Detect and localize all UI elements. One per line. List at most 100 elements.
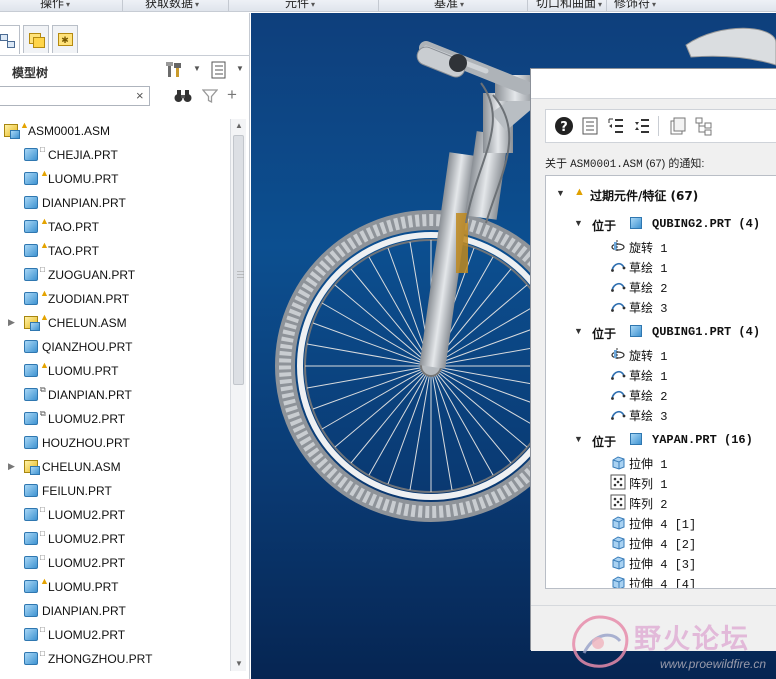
group-label: 位于 <box>592 219 617 233</box>
feature-row[interactable]: 拉伸 4 [3] <box>546 552 776 572</box>
tree-item[interactable]: ▲ ASM0001.ASM <box>0 119 230 143</box>
tree-item[interactable]: □ LUOMU2.PRT <box>0 503 230 527</box>
status-icon: □ <box>40 553 45 562</box>
tools-icon[interactable] <box>166 61 184 79</box>
feature-label: 阵列 2 <box>629 498 668 512</box>
collapse-arrow-icon[interactable]: ▼ <box>556 188 565 198</box>
tree-search-input[interactable] <box>0 86 150 106</box>
part-icon <box>24 172 38 185</box>
extrude-icon <box>612 576 625 588</box>
tree-item[interactable]: ⧉ LUOMU2.PRT <box>0 407 230 431</box>
tree-item[interactable]: □ LUOMU2.PRT <box>0 527 230 551</box>
feature-row[interactable]: 拉伸 1 <box>546 452 776 472</box>
clear-search-icon[interactable]: × <box>136 88 144 103</box>
binoculars-icon[interactable] <box>174 88 192 104</box>
tree-item-label: LUOMU2.PRT <box>48 556 126 570</box>
filter-icon[interactable] <box>202 88 218 104</box>
feature-row[interactable]: 草绘 1 <box>546 364 776 384</box>
part-icon <box>24 628 38 641</box>
settings-list-icon[interactable] <box>210 61 228 79</box>
tree-item[interactable]: □ LUOMU2.PRT <box>0 623 230 647</box>
help-icon[interactable]: ? <box>554 116 574 136</box>
status-icon: □ <box>40 505 45 514</box>
collapse-arrow-icon[interactable]: ▼ <box>574 218 583 228</box>
add-column-icon[interactable]: + <box>227 85 237 105</box>
tree-item[interactable]: ▲ LUOMU.PRT <box>0 575 230 599</box>
feature-row[interactable]: 草绘 2 <box>546 384 776 404</box>
tree-item[interactable]: ▶ CHELUN.ASM <box>0 455 230 479</box>
ribbon-tab[interactable]: 获取数据 ▾ <box>145 0 199 11</box>
tree-item[interactable]: QIANZHOU.PRT <box>0 335 230 359</box>
tree-item[interactable]: □ LUOMU2.PRT <box>0 551 230 575</box>
tree-item[interactable]: □ CHEJIA.PRT <box>0 143 230 167</box>
ribbon-separator <box>378 0 379 11</box>
feature-row[interactable]: 旋转 1 <box>546 236 776 256</box>
layers-icon <box>28 32 45 48</box>
tree-item[interactable]: ▲ LUOMU.PRT <box>0 167 230 191</box>
tree-scrollbar[interactable]: ▲ — — — ▼ <box>230 119 246 671</box>
ribbon-separator <box>122 0 123 11</box>
feature-row[interactable]: 阵列 1 <box>546 472 776 492</box>
tree-item[interactable]: ▶ ▲ CHELUN.ASM <box>0 311 230 335</box>
part-icon <box>24 388 38 401</box>
tree-item-label: LUOMU.PRT <box>48 580 119 594</box>
ribbon-tab[interactable]: 操作 ▾ <box>40 0 70 11</box>
tree-item[interactable]: ▲ TAO.PRT <box>0 239 230 263</box>
collapse-arrow-icon[interactable]: ▼ <box>574 434 583 444</box>
scroll-thumb[interactable]: — — — <box>233 135 244 385</box>
tree-item-label: LUOMU2.PRT <box>48 412 126 426</box>
part-icon <box>24 436 38 449</box>
extrude-icon <box>612 456 625 470</box>
tree-item[interactable]: ⧉ DIANPIAN.PRT <box>0 383 230 407</box>
tree-item[interactable]: DIANPIAN.PRT <box>0 191 230 215</box>
tree-item[interactable]: ▲ TAO.PRT <box>0 215 230 239</box>
notification-group[interactable]: ▼ 位于 YAPAN.PRT (16) <box>546 430 776 450</box>
feature-row[interactable]: 草绘 3 <box>546 296 776 316</box>
tree-item[interactable]: □ ZUOGUAN.PRT <box>0 263 230 287</box>
tab-favorites[interactable]: ✱ <box>52 25 78 53</box>
scroll-down-icon[interactable]: ▼ <box>231 657 247 671</box>
tree-item[interactable]: HOUZHOU.PRT <box>0 431 230 455</box>
tree-item[interactable]: DIANPIAN.PRT <box>0 599 230 623</box>
part-icon <box>630 325 642 337</box>
ribbon-tab[interactable]: 基准 ▾ <box>434 0 464 11</box>
copy-page-icon[interactable] <box>668 116 688 136</box>
feature-row[interactable]: 拉伸 4 [4] <box>546 572 776 588</box>
tree-item[interactable]: □ ZHONGZHOU.PRT <box>0 647 230 671</box>
feature-row[interactable]: 拉伸 4 [1] <box>546 512 776 532</box>
info-list-icon[interactable] <box>580 116 600 136</box>
tree-item[interactable]: ▲ ZUODIAN.PRT <box>0 287 230 311</box>
ribbon-tab[interactable]: 元件 ▾ <box>285 0 315 11</box>
feature-row[interactable]: 阵列 2 <box>546 492 776 512</box>
sketch-icon <box>611 262 626 272</box>
tree-item[interactable]: FEILUN.PRT <box>0 479 230 503</box>
tree-item-label: QIANZHOU.PRT <box>42 340 133 354</box>
tools-dropdown-icon[interactable]: ▼ <box>193 64 201 73</box>
ribbon-tab[interactable]: 切口和曲面 ▾ <box>536 0 602 11</box>
notification-group[interactable]: ▼ 位于 QUBING1.PRT (4) <box>546 322 776 342</box>
feature-row[interactable]: 草绘 3 <box>546 404 776 424</box>
expand-arrow-icon[interactable]: ▶ <box>8 317 15 328</box>
scroll-up-icon[interactable]: ▲ <box>231 119 247 133</box>
expand-all-icon[interactable] <box>606 116 626 136</box>
ribbon-tab[interactable]: 修饰符 ▾ <box>614 0 656 11</box>
tab-model-tree[interactable] <box>0 25 20 54</box>
expand-arrow-icon[interactable]: ▶ <box>8 461 15 472</box>
feature-row[interactable]: 草绘 2 <box>546 276 776 296</box>
feature-row[interactable]: 拉伸 4 [2] <box>546 532 776 552</box>
collapse-arrow-icon[interactable]: ▼ <box>574 326 583 336</box>
feature-row[interactable]: 草绘 1 <box>546 256 776 276</box>
collapse-all-icon[interactable] <box>632 116 652 136</box>
notification-group[interactable]: ▼ 位于 QUBING2.PRT (4) <box>546 214 776 234</box>
ribbon-tab-label: 元件 <box>285 0 310 10</box>
part-icon <box>24 340 38 353</box>
settings-dropdown-icon[interactable]: ▼ <box>236 64 244 73</box>
status-icon: □ <box>40 649 45 658</box>
part-icon <box>24 364 38 377</box>
tab-layers[interactable] <box>23 25 49 53</box>
tree-structure-icon[interactable] <box>694 116 714 136</box>
feature-row[interactable]: 旋转 1 <box>546 344 776 364</box>
part-icon <box>630 433 642 445</box>
notification-root[interactable]: ▼ ▲ 过期元件/特征 (67) <box>546 184 776 204</box>
tree-item[interactable]: ▲ LUOMU.PRT <box>0 359 230 383</box>
